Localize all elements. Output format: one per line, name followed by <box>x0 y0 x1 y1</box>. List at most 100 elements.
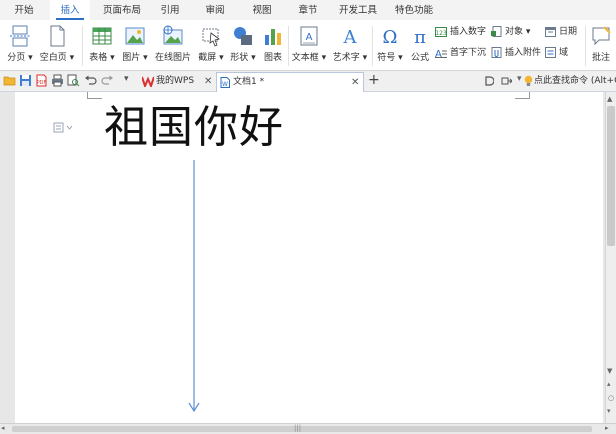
text-box-button[interactable]: A 文本框 ▾ <box>290 22 328 68</box>
word-art-label: 艺术字 <box>332 53 360 63</box>
calendar-icon <box>545 27 556 37</box>
scroll-right-icon[interactable]: ▸ <box>605 424 609 432</box>
margin-corner-mark <box>515 92 530 99</box>
svg-text:Ω: Ω <box>383 27 398 47</box>
drop-cap-label: 首字下沉 <box>450 48 487 58</box>
paragraph-handle-icon[interactable] <box>53 121 75 133</box>
print-icon[interactable] <box>51 74 64 87</box>
screenshot-label: 截屏 <box>198 53 217 63</box>
comment-label: 批注 <box>591 53 610 63</box>
quick-access-bar: PDF ▾ 我的WPS ✕ W 文档1 * ✕ + ▾ 点此查找命令 (Alt+… <box>0 71 616 92</box>
object-icon <box>491 26 502 37</box>
blank-page-button[interactable]: 空白页 ▾ <box>38 22 76 68</box>
tab-my-wps[interactable]: 我的WPS ✕ <box>138 72 216 91</box>
object-button[interactable]: 对象 ▾ <box>491 24 530 40</box>
formula-button[interactable]: π 公式 <box>407 22 433 68</box>
down-arrow-annotation <box>188 160 200 413</box>
chart-label: 图表 <box>263 53 282 63</box>
share-icon[interactable] <box>501 76 512 86</box>
export-pdf-icon[interactable]: PDF <box>35 74 48 87</box>
insert-attachment-button[interactable]: 插入附件 <box>491 45 541 61</box>
quick-access-dropdown[interactable]: ▾ <box>124 74 129 84</box>
horizontal-scrollbar-thumb[interactable] <box>12 426 592 432</box>
tab-section[interactable]: 章节 <box>290 0 326 20</box>
tab-developer[interactable]: 开发工具 <box>334 0 382 20</box>
svg-text:π: π <box>414 27 426 47</box>
table-icon <box>92 27 112 45</box>
blank-page-icon <box>50 25 65 47</box>
document-tab-label: 文档1 * <box>233 77 265 87</box>
word-art-button[interactable]: A 艺术字 ▾ <box>331 22 369 68</box>
online-picture-button[interactable]: 在线图片 <box>153 22 193 68</box>
command-search[interactable]: 点此查找命令 (Alt+Q <box>524 71 616 91</box>
table-label: 表格 <box>89 53 108 63</box>
tab-special-features[interactable]: 特色功能 <box>389 0 439 20</box>
page-break-button[interactable]: 分页 ▾ <box>3 22 37 68</box>
tab-document[interactable]: W 文档1 * ✕ <box>216 72 364 92</box>
document-workspace <box>0 92 605 423</box>
new-tab-button[interactable]: + <box>368 71 380 90</box>
object-label: 对象 <box>505 27 524 37</box>
next-page-icon[interactable]: ▾ <box>607 407 611 415</box>
tab-home[interactable]: 开始 <box>4 0 44 20</box>
page-break-label: 分页 <box>7 53 26 63</box>
previous-page-icon[interactable]: ▴ <box>607 380 611 388</box>
picture-button[interactable]: 图片 ▾ <box>120 22 150 68</box>
svg-text:A: A <box>306 32 313 43</box>
tab-insert[interactable]: 插入 <box>50 0 90 20</box>
text-box-icon: A <box>300 26 318 46</box>
chart-icon <box>265 29 281 45</box>
tab-view[interactable]: 视图 <box>244 0 280 20</box>
scroll-left-icon[interactable]: ◂ <box>1 424 5 432</box>
insert-number-button[interactable]: 123 插入数字 <box>435 24 486 40</box>
shape-button[interactable]: 形状 ▾ <box>228 22 258 68</box>
omega-icon: Ω <box>383 27 398 47</box>
document-icon: W <box>220 77 230 88</box>
margin-corner-mark <box>87 92 102 99</box>
screenshot-button[interactable]: 截屏 ▾ <box>196 22 226 68</box>
ribbon-divider <box>82 26 83 66</box>
field-label: 域 <box>559 48 569 58</box>
command-search-hint: 点此查找命令 (Alt+Q <box>534 76 616 86</box>
word-art-icon: A <box>343 27 358 47</box>
select-browse-icon[interactable]: ○ <box>608 394 614 402</box>
page-break-icon <box>10 25 30 47</box>
shape-label: 形状 <box>230 53 249 63</box>
field-button[interactable]: 域 <box>545 45 568 61</box>
close-icon[interactable]: ✕ <box>351 73 359 92</box>
drop-cap-button[interactable]: A 首字下沉 <box>435 45 486 61</box>
insert-attachment-label: 插入附件 <box>505 48 542 58</box>
comment-icon <box>592 26 611 46</box>
folder-icon[interactable] <box>3 74 16 87</box>
table-button[interactable]: 表格 ▾ <box>87 22 117 68</box>
redo-icon[interactable] <box>101 74 114 87</box>
scrollbar-thumb[interactable] <box>607 106 615 246</box>
toolbar-dropdown[interactable]: ▾ <box>517 74 522 84</box>
online-picture-icon <box>163 25 183 45</box>
tab-references[interactable]: 引用 <box>152 0 188 20</box>
scroll-down-icon[interactable]: ▼ <box>607 367 612 375</box>
scroll-up-icon[interactable]: ▲ <box>607 95 612 103</box>
symbol-label: 符号 <box>377 53 396 63</box>
skin-icon[interactable] <box>484 76 494 86</box>
text-box-label: 文本框 <box>291 53 319 63</box>
tab-review[interactable]: 审阅 <box>197 0 233 20</box>
horizontal-scrollbar[interactable]: ◂ ||| ▸ <box>0 423 616 434</box>
chart-button[interactable]: 图表 <box>260 22 286 68</box>
vertical-scrollbar[interactable]: ▲ ▼ ▴ ○ ▾ <box>605 92 616 423</box>
print-preview-icon[interactable] <box>67 74 80 87</box>
field-icon <box>545 47 556 58</box>
comment-button[interactable]: 批注 <box>587 22 615 68</box>
undo-icon[interactable] <box>84 74 97 87</box>
save-icon[interactable] <box>19 74 32 87</box>
close-icon[interactable]: ✕ <box>204 72 212 91</box>
document-heading[interactable]: 祖国你好 <box>104 100 284 156</box>
symbol-button[interactable]: Ω 符号 ▾ <box>374 22 406 68</box>
tab-page-layout[interactable]: 页面布局 <box>96 0 148 20</box>
date-button[interactable]: 日期 <box>545 24 577 40</box>
scrollbar-grip: ||| <box>294 424 302 432</box>
blank-page-label: 空白页 <box>39 53 67 63</box>
date-label: 日期 <box>559 27 578 37</box>
svg-text:123: 123 <box>435 30 447 37</box>
formula-label: 公式 <box>410 53 429 63</box>
